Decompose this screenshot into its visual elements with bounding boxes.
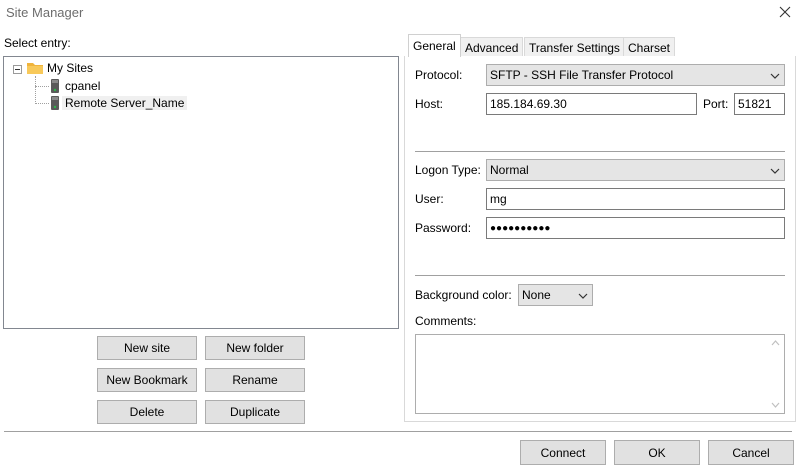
- tree-item-cpanel[interactable]: cpanel: [48, 77, 103, 94]
- connect-button[interactable]: Connect: [520, 440, 606, 465]
- cancel-button[interactable]: Cancel: [708, 440, 794, 465]
- chevron-down-icon: [770, 165, 780, 175]
- close-icon[interactable]: [776, 3, 794, 21]
- logon-type-select[interactable]: Normal: [486, 159, 785, 181]
- user-input[interactable]: mg: [486, 188, 785, 210]
- tab-general[interactable]: General: [408, 34, 461, 57]
- divider: [415, 275, 785, 276]
- chevron-down-icon: [578, 290, 588, 300]
- protocol-select[interactable]: SFTP - SSH File Transfer Protocol: [486, 64, 785, 86]
- tab-transfer-settings[interactable]: Transfer Settings: [524, 37, 625, 57]
- background-color-select[interactable]: None: [518, 284, 593, 306]
- collapse-toggle-icon[interactable]: [13, 65, 22, 74]
- protocol-value: SFTP - SSH File Transfer Protocol: [490, 68, 674, 82]
- tab-charset[interactable]: Charset: [623, 37, 676, 57]
- new-bookmark-button[interactable]: New Bookmark: [97, 368, 197, 392]
- new-folder-button[interactable]: New folder: [205, 336, 305, 360]
- tree-item-remote-server[interactable]: Remote Server_Name: [48, 94, 188, 111]
- server-icon: [48, 95, 62, 111]
- new-site-button[interactable]: New site: [97, 336, 197, 360]
- rename-button[interactable]: Rename: [205, 368, 305, 392]
- host-label: Host:: [415, 97, 444, 111]
- user-label: User:: [415, 192, 444, 206]
- logon-type-value: Normal: [490, 163, 529, 177]
- tree-item-label: Remote Server_Name: [62, 95, 188, 110]
- tab-advanced[interactable]: Advanced: [460, 37, 524, 57]
- comments-label: Comments:: [415, 314, 477, 328]
- background-color-value: None: [522, 288, 551, 302]
- tree-item-label: My Sites: [47, 60, 94, 75]
- host-input[interactable]: 185.184.69.30: [486, 93, 697, 115]
- background-color-label: Background color:: [415, 288, 512, 302]
- divider: [415, 151, 785, 152]
- password-label: Password:: [415, 221, 472, 235]
- comments-scrollbar[interactable]: [767, 335, 784, 413]
- tree-item-label: cpanel: [65, 78, 101, 93]
- server-icon: [48, 78, 62, 94]
- site-tree[interactable]: My Sites cpanel Remote Server_Name: [3, 56, 399, 329]
- duplicate-button[interactable]: Duplicate: [205, 400, 305, 424]
- folder-icon: [26, 61, 44, 75]
- delete-button[interactable]: Delete: [97, 400, 197, 424]
- ok-button[interactable]: OK: [614, 440, 700, 465]
- tree-item-my-sites[interactable]: My Sites: [26, 59, 96, 76]
- select-entry-label: Select entry:: [4, 36, 71, 50]
- window-title: Site Manager: [6, 5, 84, 20]
- logon-type-label: Logon Type:: [415, 163, 481, 177]
- chevron-down-icon: [770, 70, 780, 80]
- protocol-label: Protocol:: [415, 68, 463, 82]
- password-input[interactable]: ●●●●●●●●●●: [486, 217, 785, 239]
- comments-textarea[interactable]: [415, 334, 785, 414]
- port-input[interactable]: 51821: [734, 93, 785, 115]
- footer-divider: [4, 431, 792, 432]
- port-label: Port:: [703, 97, 729, 111]
